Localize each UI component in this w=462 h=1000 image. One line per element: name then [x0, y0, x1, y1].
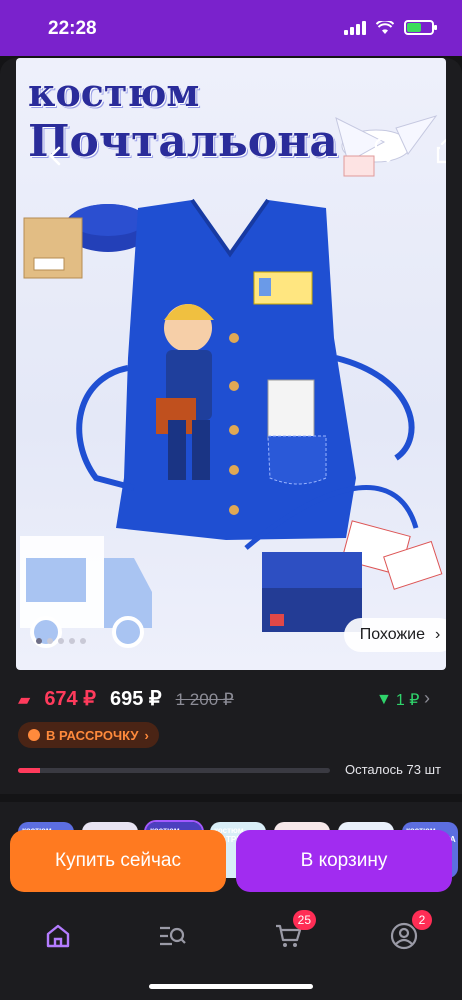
- stock-progress-fill: [18, 768, 40, 773]
- product-image[interactable]: костюм Почтальона Похожие ›: [16, 58, 446, 670]
- status-bar: 22:28: [0, 0, 462, 56]
- price-row: ▰ 674 ₽ 695 ₽ 1 200 ₽: [18, 686, 234, 711]
- chevron-right-icon: ›: [434, 626, 441, 643]
- nav-profile[interactable]: 2: [384, 910, 432, 954]
- home-indicator: [149, 984, 313, 989]
- favorite-heart-icon[interactable]: [370, 132, 406, 168]
- cart-badge: 25: [292, 910, 316, 930]
- card-price: 674 ₽: [44, 688, 96, 710]
- profile-badge: 2: [412, 910, 432, 930]
- share-icon[interactable]: [430, 132, 446, 168]
- price-drop-value: 1 ₽: [395, 692, 420, 709]
- status-icons: [344, 20, 437, 35]
- home-icon: [46, 924, 70, 948]
- price-chevron-icon[interactable]: ›: [424, 688, 430, 709]
- add-to-cart-button[interactable]: В корзину: [236, 830, 452, 892]
- battery-icon: [404, 20, 437, 35]
- card-icon: ▰: [18, 692, 31, 709]
- signal-icon: [344, 20, 366, 35]
- installment-badge[interactable]: В РАССРОЧКУ ›: [18, 722, 159, 748]
- back-icon[interactable]: [38, 138, 74, 174]
- nav-cart[interactable]: 25: [268, 910, 316, 954]
- wifi-icon: [376, 20, 394, 34]
- image-pager-dots: [36, 638, 86, 644]
- stock-text: Осталось 73 шт: [345, 762, 441, 777]
- stock-progress-bar: [18, 768, 330, 773]
- similar-button[interactable]: Похожие ›: [344, 618, 446, 652]
- chevron-right-icon: ›: [144, 727, 149, 743]
- price: 695 ₽: [109, 688, 162, 710]
- installment-icon: [28, 729, 40, 741]
- installment-label: В РАССРОЧКУ: [46, 727, 139, 743]
- price-drop[interactable]: ▼ 1 ₽: [376, 690, 419, 710]
- old-price: 1 200 ₽: [175, 690, 234, 709]
- nav-catalog[interactable]: [152, 918, 192, 954]
- down-triangle-icon: ▼: [376, 691, 392, 708]
- similar-label: Похожие: [359, 626, 425, 643]
- nav-home[interactable]: [38, 918, 78, 954]
- status-time: 22:28: [48, 18, 97, 39]
- catalog-search-icon: [160, 926, 186, 946]
- buy-now-button[interactable]: Купить сейчас: [10, 830, 226, 892]
